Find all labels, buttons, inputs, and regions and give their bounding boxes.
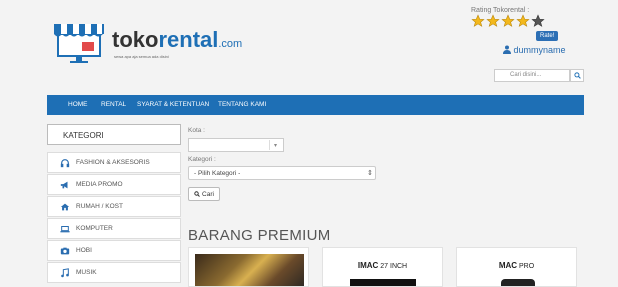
product-title-bold: MAC (498, 261, 518, 270)
headphones-icon (60, 159, 70, 168)
user-menu[interactable]: dummyname (503, 45, 566, 55)
logo-text: tokorental.com (112, 27, 242, 57)
camera-icon (60, 247, 70, 255)
product-card[interactable]: IMAC 27 INCH (322, 247, 443, 287)
product-image (195, 254, 304, 286)
kategori-value: - Pilih Kategori - (194, 170, 241, 177)
main-navbar: HOME RENTAL SYARAT & KETENTUAN TENTANG K… (47, 95, 584, 115)
logo-text-domain: .com (218, 38, 243, 50)
sidebar-item-label: RUMAH / KOST (76, 203, 123, 210)
product-image (501, 279, 535, 286)
sidebar-item-media-promo[interactable]: MEDIA PROMO (47, 174, 181, 195)
laptop-icon (60, 226, 70, 233)
rating-label: Rating Tokorental : (471, 7, 530, 14)
kategori-label: Kategori : (188, 156, 216, 163)
select-divider (269, 140, 270, 150)
kota-label: Kota : (188, 127, 205, 134)
site-logo[interactable]: tokorental.com sewa apa aja semua ada di… (52, 18, 242, 68)
megaphone-icon (60, 181, 68, 189)
star-empty-icon[interactable] (531, 14, 545, 28)
rating-stars[interactable] (471, 14, 546, 30)
product-title: IMAC 27 INCH (323, 261, 442, 270)
product-title-rest: PRO (517, 263, 535, 270)
product-title-bold: IMAC (357, 261, 379, 270)
star-filled-icon[interactable] (516, 14, 530, 28)
search-placeholder: Cari disini... (510, 72, 542, 78)
user-icon (503, 45, 511, 54)
star-filled-icon[interactable] (501, 14, 515, 28)
star-filled-icon[interactable] (471, 14, 485, 28)
kota-select[interactable]: ▾ (188, 138, 284, 152)
kategori-select[interactable]: - Pilih Kategori - ⇕ (188, 166, 376, 180)
logo-tagline: sewa apa aja semua ada disini (114, 54, 169, 59)
product-card[interactable] (188, 247, 309, 287)
home-icon (60, 203, 70, 211)
premium-section-title: BARANG PREMIUM (188, 227, 331, 244)
cari-button[interactable]: Cari (188, 187, 220, 201)
nav-home[interactable]: HOME (68, 101, 88, 108)
sidebar-item-label: KOMPUTER (76, 225, 113, 232)
search-icon (194, 191, 200, 197)
sidebar-item-komputer[interactable]: KOMPUTER (47, 218, 181, 239)
nav-rental[interactable]: RENTAL (101, 101, 126, 108)
sidebar-item-label: FASHION & AKSESORIS (76, 159, 150, 166)
logo-text-toko: toko (112, 27, 159, 52)
search-input[interactable]: Cari disini... (494, 69, 570, 82)
nav-syarat-ketentuan[interactable]: SYARAT & KETENTUAN (137, 101, 209, 108)
search-button[interactable] (570, 69, 584, 82)
product-title: MAC PRO (457, 261, 576, 270)
sidebar-item-label: HOBI (76, 247, 92, 254)
sidebar-item-fashion[interactable]: FASHION & AKSESORIS (47, 152, 181, 173)
category-header: KATEGORI (47, 124, 181, 145)
chevron-down-icon: ▾ (274, 143, 278, 149)
sidebar-item-label: MUSIK (76, 269, 97, 276)
user-name: dummyname (513, 45, 566, 55)
sidebar-item-rumah-kost[interactable]: RUMAH / KOST (47, 196, 181, 217)
search-icon (573, 72, 581, 79)
category-sidebar: KATEGORI FASHION & AKSESORIS MEDIA PROMO… (47, 124, 181, 285)
sidebar-item-hobi[interactable]: HOBI (47, 240, 181, 261)
logo-text-rental: rental (158, 27, 219, 52)
sidebar-item-musik[interactable]: MUSIK (47, 262, 181, 283)
select-arrows-icon: ⇕ (367, 170, 373, 177)
product-card[interactable]: MAC PRO (456, 247, 577, 287)
product-title-rest: 27 INCH (378, 263, 408, 270)
rate-button[interactable]: Rate! (536, 31, 559, 41)
category-title: KATEGORI (63, 131, 104, 140)
product-image (350, 279, 416, 286)
music-icon (61, 268, 69, 278)
shop-logo-icon (54, 24, 104, 63)
sidebar-item-label: MEDIA PROMO (76, 181, 123, 188)
nav-tentang-kami[interactable]: TENTANG KAMI (218, 101, 266, 108)
star-filled-icon[interactable] (486, 14, 500, 28)
cari-button-label: Cari (202, 190, 214, 198)
